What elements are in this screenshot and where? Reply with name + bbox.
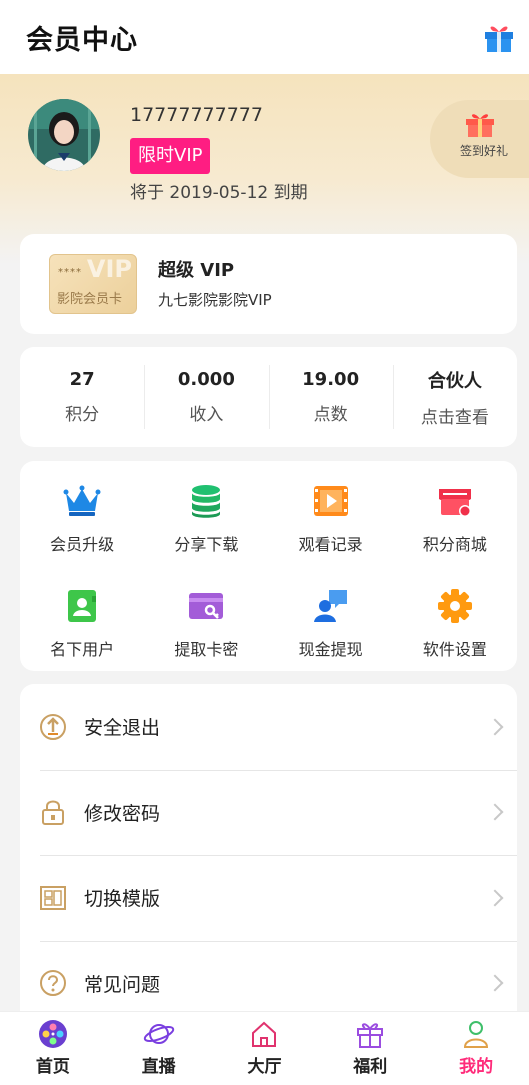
stat-value: 合伙人 [427, 370, 482, 392]
expire-date: 将于 2019-05-12 到期 [130, 183, 308, 203]
user-icon [464, 1021, 489, 1048]
sign-in-label: 签到好礼 [460, 144, 509, 158]
avatar-image [28, 99, 100, 171]
grid-label: 软件设置 [422, 640, 487, 659]
tab-label: 福利 [353, 1057, 388, 1077]
database-icon [192, 485, 221, 518]
stat-label: 收入 [189, 405, 224, 425]
chevron-right-icon [486, 718, 504, 736]
tab-live[interactable]: 直播 [106, 1012, 212, 1085]
vip-card[interactable]: **** VIP 影院会员卡 超级 VIP 九七影院影院VIP [20, 234, 517, 334]
grid-item-share-download[interactable]: 分享下载 [144, 461, 268, 566]
logout-icon [40, 713, 66, 740]
stat-points[interactable]: 27 积分 [20, 347, 144, 447]
vip-level-name: 超级 VIP [158, 260, 235, 281]
tab-label: 我的 [459, 1057, 494, 1077]
contacts-icon [68, 590, 97, 622]
grid-label: 分享下载 [174, 535, 239, 554]
grid-label: 会员升级 [50, 535, 115, 554]
stat-label: 点击查看 [420, 407, 489, 428]
tab-label: 大厅 [247, 1057, 282, 1077]
gear-icon [437, 589, 472, 623]
tab-home[interactable]: 首页 [0, 1012, 106, 1085]
vip-badge-text: 影院会员卡 [57, 292, 123, 307]
stat-label: 积分 [65, 405, 100, 425]
film-reel-icon [38, 1020, 67, 1048]
grid-label: 积分商城 [422, 535, 487, 554]
user-chat-icon [313, 590, 347, 622]
feature-grid: 会员升级 分享下载 观看记录 积分商城 名下用户 提取卡密 现金提现 软件设置 [20, 461, 517, 671]
menu-label: 安全退出 [84, 717, 161, 740]
gift-icon [466, 114, 494, 137]
menu-label: 常见问题 [84, 973, 161, 996]
lock-icon [42, 800, 64, 826]
vip-badge-watermark: VIP [86, 255, 132, 283]
grid-label: 名下用户 [50, 640, 115, 659]
gift-box-icon[interactable] [481, 19, 517, 55]
stat-value: 19.00 [302, 369, 360, 390]
grid-item-extract-card[interactable]: 提取卡密 [144, 566, 268, 671]
menu-item-logout[interactable]: 安全退出 [20, 684, 517, 770]
question-icon [40, 970, 66, 997]
menu-item-change-password[interactable]: 修改密码 [20, 769, 517, 856]
grid-item-vip-upgrade[interactable]: 会员升级 [20, 461, 144, 566]
planet-icon [143, 1024, 174, 1044]
avatar[interactable] [28, 99, 100, 171]
stat-value: 27 [69, 369, 95, 390]
stat-income[interactable]: 0.000 收入 [144, 347, 268, 447]
grid-item-my-users[interactable]: 名下用户 [20, 566, 144, 671]
grid-item-watch-history[interactable]: 观看记录 [269, 461, 393, 566]
key-card-icon [189, 593, 224, 619]
store-icon [438, 489, 471, 517]
vip-card-badge: **** VIP 影院会员卡 [49, 254, 137, 314]
grid-label: 现金提现 [298, 640, 363, 659]
crown-icon [63, 485, 101, 516]
stat-value: 0.000 [177, 369, 235, 390]
vip-status-badge: 限时VIP [130, 138, 211, 174]
grid-item-points-mall[interactable]: 积分商城 [393, 461, 517, 566]
tab-label: 首页 [35, 1057, 70, 1077]
page-title: 会员中心 [26, 24, 138, 56]
stats-card: 27 积分 0.000 收入 19.00 点数 合伙人 点击查看 [20, 347, 517, 447]
menu-label: 切换模版 [84, 888, 161, 911]
tab-label: 直播 [141, 1057, 176, 1077]
stat-credits[interactable]: 19.00 点数 [268, 347, 393, 447]
tab-welfare[interactable]: 福利 [317, 1012, 423, 1085]
vip-badge-stars: **** [58, 267, 82, 278]
grid-item-settings[interactable]: 软件设置 [393, 566, 517, 671]
chevron-right-icon [486, 889, 504, 907]
home-icon [252, 1021, 277, 1047]
grid-item-cash-withdraw[interactable]: 现金提现 [269, 566, 393, 671]
settings-menu: 安全退出 修改密码 切换模版 常见问题 [20, 684, 517, 1024]
grid-label: 提取卡密 [174, 640, 239, 659]
gift-icon [357, 1023, 384, 1048]
stat-partner[interactable]: 合伙人 点击查看 [392, 347, 517, 447]
template-icon [40, 885, 66, 910]
phone-number: 17777777777 [130, 104, 263, 126]
tab-mine[interactable]: 我的 [423, 1012, 529, 1085]
stat-label: 点数 [313, 405, 348, 425]
top-header: 会员中心 [0, 0, 529, 74]
sign-in-button[interactable]: 签到好礼 [430, 100, 529, 178]
chevron-right-icon [486, 974, 504, 992]
chevron-right-icon [486, 803, 504, 821]
vip-level-desc: 九七影院影院VIP [158, 291, 272, 309]
bottom-tab-bar: 首页 直播 大厅 福利 我的 [0, 1011, 529, 1085]
menu-item-switch-template[interactable]: 切换模版 [20, 855, 517, 941]
menu-label: 修改密码 [84, 802, 161, 825]
film-icon [313, 486, 348, 516]
tab-hall[interactable]: 大厅 [212, 1012, 318, 1085]
grid-label: 观看记录 [298, 535, 363, 554]
